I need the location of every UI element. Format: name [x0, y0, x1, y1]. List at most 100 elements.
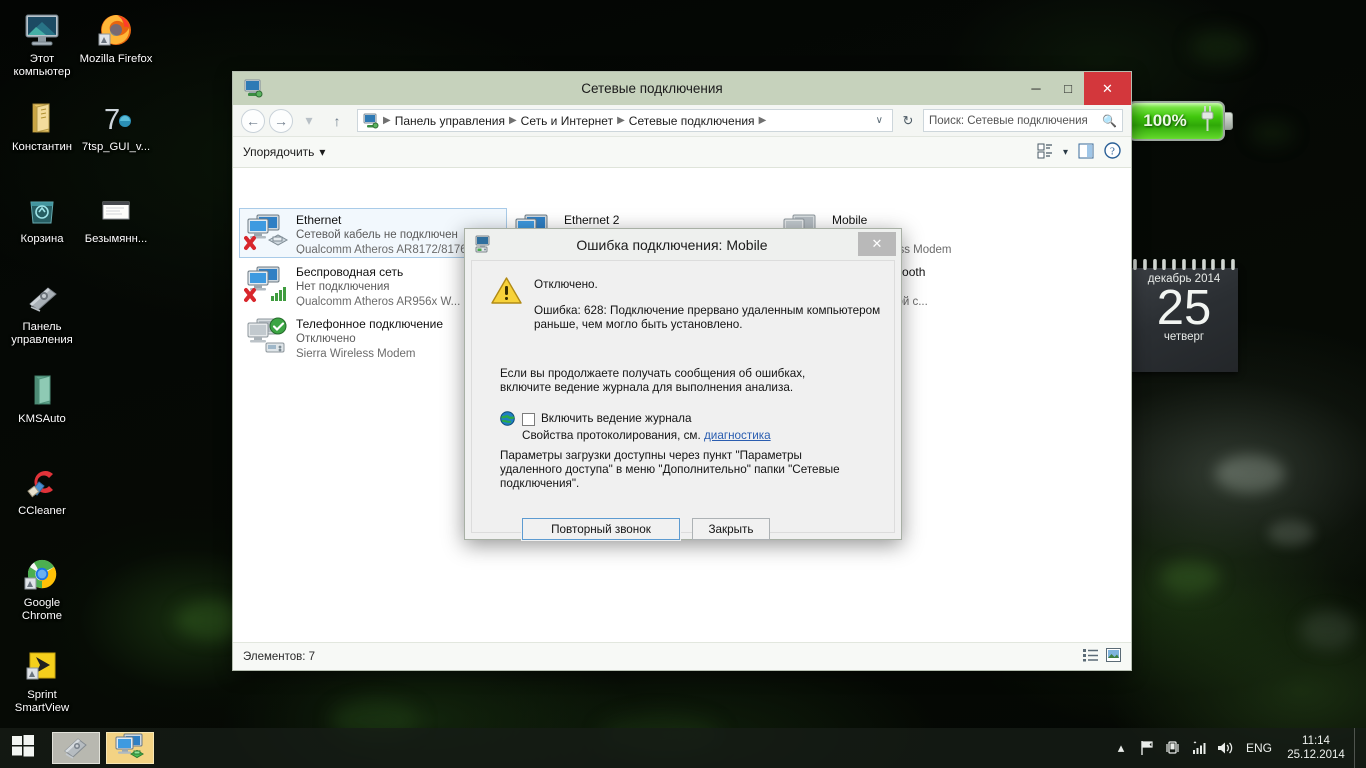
battery-percent-label: 100%	[1143, 111, 1187, 130]
maximize-button[interactable]: □	[1052, 72, 1084, 105]
desktop-icon-label: 7tsp_GUI_v...	[81, 141, 151, 153]
help-icon[interactable]: ?	[1104, 142, 1121, 162]
kmsauto-icon	[5, 366, 79, 410]
desktop-icon-untitled[interactable]: Безымянн...	[79, 186, 153, 246]
connection-name: Ethernet 2	[564, 213, 620, 227]
system-tray[interactable]: ▴ ENG 11:14 25.12.2014	[1108, 728, 1366, 768]
address-bar[interactable]: ← → ▾ ↑ ▶ Панель управления ▶ Сеть и Инт…	[233, 105, 1131, 137]
refresh-button[interactable]: ↻	[897, 109, 919, 132]
connection-icon	[244, 264, 292, 308]
dialog-title-bar[interactable]: Ошибка подключения: Mobile ✕	[465, 229, 901, 260]
desktop-icon-label: Безымянн...	[84, 233, 148, 245]
desktop-icon-sprint-smartview[interactable]: Sprint SmartView	[5, 642, 79, 715]
desktop-icon-google-chrome[interactable]: Google Chrome	[5, 550, 79, 623]
svg-text:?: ?	[1110, 146, 1115, 158]
connection-status: Сетевой кабель не подключен	[296, 229, 458, 241]
connection-status: Отключено	[296, 333, 356, 345]
diagnostics-link[interactable]: диагностика	[704, 429, 771, 442]
desktop-icon-label: CCleaner	[18, 505, 66, 517]
network-connections-icon	[243, 78, 263, 98]
clock[interactable]: 11:14 25.12.2014	[1284, 734, 1354, 762]
desktop-icon-label: Mozilla Firefox	[79, 53, 153, 65]
desktop-icon-kmsauto[interactable]: KMSAuto	[5, 366, 79, 426]
enable-logging-checkbox[interactable]	[522, 413, 535, 426]
close-button[interactable]: ✕	[1084, 72, 1131, 105]
dialog-title-text: Ошибка подключения: Mobile	[576, 236, 768, 253]
desktop-icon-label: Sprint SmartView	[14, 689, 70, 714]
language-indicator[interactable]: ENG	[1238, 741, 1284, 755]
network-connections-taskbar-icon	[115, 733, 145, 764]
desktop-icon-recycle-bin[interactable]: Корзина	[5, 186, 79, 246]
tray-expand-icon[interactable]: ▴	[1108, 728, 1134, 768]
chrome-icon	[5, 550, 79, 594]
desktop-icon-mozilla-firefox[interactable]: Mozilla Firefox	[79, 6, 153, 66]
large-icons-view-icon[interactable]	[1106, 648, 1121, 665]
dialog-close-button[interactable]: ✕	[858, 232, 896, 256]
search-input[interactable]: Поиск: Сетевые подключения 🔍	[923, 109, 1123, 132]
battery-gadget[interactable]: 100%	[1128, 98, 1233, 144]
breadcrumb-separator: ▶	[758, 115, 767, 126]
organize-label: Упорядочить	[243, 145, 315, 159]
enable-logging-checkbox-row[interactable]: Включить ведение журнала	[522, 412, 691, 426]
organize-button[interactable]: Упорядочить ▾	[243, 145, 325, 159]
dialog-props-text: Свойства протоколирования, см.	[522, 429, 701, 442]
breadcrumb-separator: ▶	[617, 115, 625, 126]
volume-icon[interactable]	[1212, 728, 1238, 768]
start-button[interactable]	[0, 728, 46, 768]
warning-triangle-icon	[491, 277, 522, 305]
recycle-bin-icon	[5, 186, 79, 230]
desktop-icon-7tsp-gui[interactable]: 7 7tsp_GUI_v...	[79, 94, 153, 154]
window-title-bar[interactable]: Сетевые подключения ─ □ ✕	[233, 72, 1131, 105]
up-button[interactable]: ↑	[325, 109, 349, 133]
breadcrumb-item-network-internet[interactable]: Сеть и Интернет	[518, 114, 616, 128]
calendar-day-number: 25	[1156, 281, 1212, 335]
dialup-connection-icon	[474, 235, 493, 254]
taskbar-item-control-panel[interactable]	[52, 732, 100, 764]
show-desktop-button[interactable]	[1354, 728, 1360, 768]
globe-icon	[500, 411, 515, 426]
connection-name: Mobile	[832, 213, 868, 227]
desktop-icon-this-computer[interactable]: Этот компьютер	[5, 6, 79, 79]
dialog-line-disabled: Отключено.	[534, 278, 598, 291]
svg-text:7: 7	[104, 104, 120, 136]
connection-name: Беспроводная сеть	[296, 265, 404, 279]
control-panel-taskbar-icon	[62, 733, 90, 764]
desktop-icon-control-panel[interactable]: Панель управления	[5, 274, 79, 347]
breadcrumb-item-control-panel[interactable]: Панель управления	[392, 114, 508, 128]
window-controls[interactable]: ─ □ ✕	[1020, 72, 1131, 105]
desktop-icon-ccleaner[interactable]: CCleaner	[5, 458, 79, 518]
user-folder-icon	[5, 94, 79, 138]
explorer-toolbar[interactable]: Упорядочить ▾ ▾ ?	[233, 137, 1131, 168]
connection-device: Qualcomm Atheros AR956x W...	[296, 296, 461, 306]
clock-date: 25.12.2014	[1287, 749, 1345, 761]
breadcrumb-separator: ▶	[508, 115, 517, 126]
minimize-button[interactable]: ─	[1020, 72, 1052, 105]
redial-button[interactable]: Повторный звонок	[521, 517, 681, 541]
preview-pane-icon[interactable]	[1078, 143, 1094, 162]
connection-error-dialog[interactable]: Ошибка подключения: Mobile ✕ Отключено. …	[464, 228, 902, 541]
ccleaner-icon	[5, 458, 79, 502]
flag-icon[interactable]	[1134, 728, 1160, 768]
calendar-rings	[1130, 259, 1238, 270]
clock-time: 11:14	[1302, 735, 1330, 747]
close-dialog-button[interactable]: Закрыть	[692, 518, 770, 540]
this-computer-icon	[5, 6, 79, 50]
change-view-icon[interactable]	[1037, 143, 1053, 162]
breadcrumb[interactable]: ▶ Панель управления ▶ Сеть и Интернет ▶ …	[357, 109, 893, 132]
breadcrumb-dropdown-icon[interactable]: ∨	[870, 115, 889, 126]
breadcrumb-item-network-connections[interactable]: Сетевые подключения	[626, 114, 758, 128]
taskbar-item-network-connections[interactable]	[106, 732, 154, 764]
chevron-down-icon: ▾	[319, 145, 326, 159]
wifi-signal-icon[interactable]	[1186, 728, 1212, 768]
back-button[interactable]: ←	[241, 108, 265, 133]
calendar-gadget[interactable]: декабрь 2014 25 четверг	[1130, 259, 1238, 372]
view-chevron-down-icon[interactable]: ▾	[1063, 147, 1068, 158]
recent-locations-button[interactable]: ▾	[297, 109, 321, 133]
taskbar[interactable]: ▴ ENG 11:14 25.12.2014	[0, 728, 1366, 768]
search-icon: 🔍	[1102, 113, 1117, 128]
details-view-icon[interactable]	[1083, 648, 1098, 665]
forward-button[interactable]: →	[269, 108, 293, 133]
dialog-line-params: Параметры загрузки доступны через пункт …	[500, 449, 840, 490]
desktop-icon-konstantin[interactable]: Константин	[5, 94, 79, 154]
network-icon[interactable]	[1160, 728, 1186, 768]
